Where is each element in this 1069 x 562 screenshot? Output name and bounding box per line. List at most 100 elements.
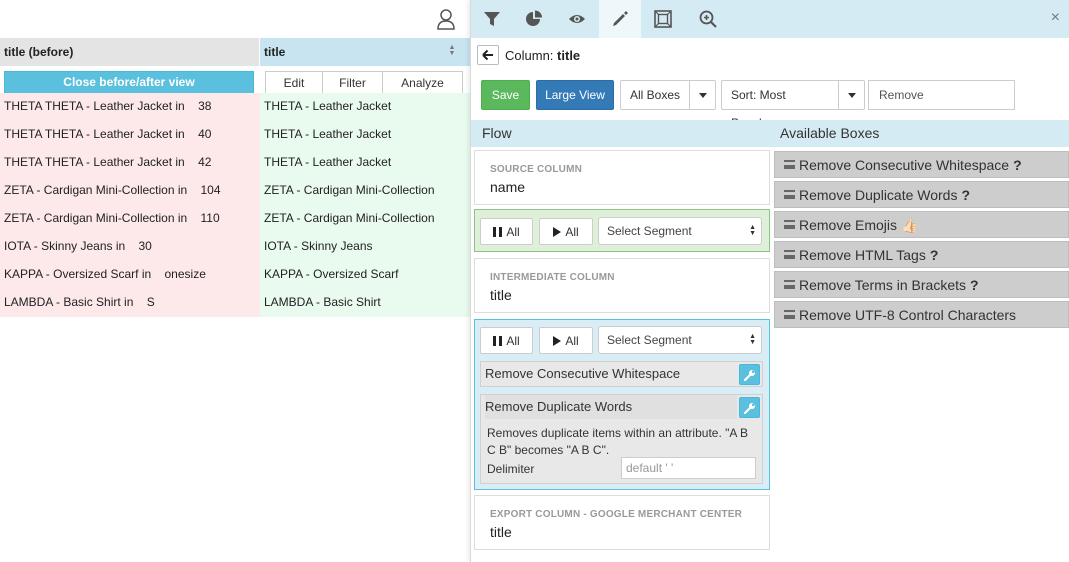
available-box-text: Remove Duplicate Words <box>799 187 958 203</box>
large-view-button[interactable]: Large View <box>536 80 614 110</box>
sort-arrows-icon[interactable]: ▲ ▼ <box>448 44 456 59</box>
drag-handle-icon[interactable] <box>784 310 795 319</box>
play-all-button[interactable]: All <box>539 327 593 354</box>
column-label-name: title <box>557 47 581 63</box>
play-icon <box>553 226 562 237</box>
delimiter-input[interactable] <box>621 457 756 479</box>
help-icon[interactable]: ? <box>1013 157 1022 173</box>
select-segment-label: Select Segment <box>607 224 692 238</box>
available-box-item[interactable]: Remove UTF-8 Control Characters <box>774 301 1069 328</box>
wrench-icon <box>743 402 755 414</box>
all-boxes-caret[interactable] <box>690 81 715 109</box>
table-row[interactable]: THETA THETA - Leather Jacket in 38 THETA … <box>0 93 470 121</box>
table-row[interactable]: KAPPA - Oversized Scarf in onesize KAPPA … <box>0 261 470 289</box>
filter-tool[interactable] <box>471 0 513 38</box>
pause-all-label: All <box>506 224 520 239</box>
available-box-label: Remove Duplicate Words? <box>799 187 970 203</box>
edit-tool[interactable] <box>599 0 641 38</box>
segment-controls-source: All All Select Segment ▲ ▼ <box>474 209 770 252</box>
drag-handle-icon[interactable] <box>784 220 795 229</box>
flow-heading: Flow <box>482 125 512 141</box>
cell-after: THETA - Leather Jacket <box>260 149 470 177</box>
help-icon[interactable]: ? <box>930 247 939 263</box>
updown-arrows-icon: ▲ ▼ <box>749 224 756 237</box>
chart-tool[interactable] <box>513 0 555 38</box>
cell-before: KAPPA - Oversized Scarf in onesize <box>0 261 260 289</box>
table-row[interactable]: ZETA - Cardigan Mini-Collection in 110 ZE… <box>0 205 470 233</box>
available-box-item[interactable]: Remove Emojis 👍🏻 <box>774 211 1069 238</box>
available-box-text: Remove Terms in Brackets <box>799 277 967 293</box>
close-before-after-button[interactable]: Close before/after view <box>4 71 254 94</box>
filter-button[interactable]: Filter <box>323 72 383 94</box>
help-icon[interactable]: ? <box>961 187 970 203</box>
flow-box-consecutive-whitespace[interactable]: Remove Consecutive Whitespace <box>480 361 763 387</box>
select-segment-label: Select Segment <box>607 333 692 347</box>
frame-tool[interactable] <box>642 0 684 38</box>
source-column-value: name <box>490 179 526 195</box>
back-button[interactable] <box>477 45 499 65</box>
intermediate-column-value: title <box>490 287 512 303</box>
help-icon[interactable]: 👍🏻 <box>901 217 918 233</box>
table-row[interactable]: IOTA - Skinny Jeans in 30 IOTA - Skinny J… <box>0 233 470 261</box>
drag-handle-icon[interactable] <box>784 280 795 289</box>
available-box-label: Remove Emojis 👍🏻 <box>799 217 918 234</box>
sort-caret[interactable] <box>839 81 864 109</box>
select-segment-dropdown[interactable]: Select Segment ▲ ▼ <box>598 217 762 245</box>
drag-handle-icon[interactable] <box>784 250 795 259</box>
wrench-icon <box>743 369 755 381</box>
wrench-button[interactable] <box>739 397 760 418</box>
sort-label[interactable]: Sort: Most Popular <box>722 81 840 130</box>
table-row[interactable]: THETA THETA - Leather Jacket in 40 THETA … <box>0 121 470 149</box>
column-label-prefix: Column: <box>505 47 554 63</box>
preview-tool[interactable] <box>556 0 598 38</box>
pause-all-button[interactable]: All <box>480 218 533 245</box>
flow-box-description: Removes duplicate items within an attrib… <box>487 426 749 457</box>
column-label: Column: title <box>505 48 580 63</box>
column-header-before: title (before) <box>0 38 259 66</box>
source-column-panel: SOURCE COLUMN name <box>474 150 770 205</box>
pencil-icon <box>613 11 628 26</box>
column-action-group: Edit Filter Analyze <box>265 71 463 95</box>
box-search-input[interactable] <box>868 80 1015 110</box>
drag-handle-icon[interactable] <box>784 190 795 199</box>
pause-all-button[interactable]: All <box>480 327 533 354</box>
available-box-text: Remove Emojis <box>799 217 898 233</box>
section-headers: Flow Available Boxes <box>471 120 1069 147</box>
wrench-button[interactable] <box>739 364 760 385</box>
cell-before: THETA THETA - Leather Jacket in 42 <box>0 149 260 177</box>
sort-dropdown[interactable]: Sort: Most Popular <box>721 80 865 130</box>
available-box-item[interactable]: Remove Duplicate Words? <box>774 181 1069 208</box>
close-panel-icon[interactable]: × <box>1051 10 1060 26</box>
table-row[interactable]: LAMBDA - Basic Shirt in S LAMBDA - Basic … <box>0 289 470 317</box>
available-box-label: Remove Terms in Brackets? <box>799 277 979 293</box>
table-row[interactable]: THETA THETA - Leather Jacket in 42 THETA … <box>0 149 470 177</box>
edit-button[interactable]: Edit <box>266 72 323 94</box>
available-box-item[interactable]: Remove Consecutive Whitespace? <box>774 151 1069 178</box>
source-column-label: SOURCE COLUMN <box>490 164 583 175</box>
drag-handle-icon[interactable] <box>784 160 795 169</box>
column-header-title[interactable]: title ▲ ▼ <box>260 38 470 66</box>
cell-after: ZETA - Cardigan Mini-Collection <box>260 177 470 205</box>
available-box-label: Remove UTF-8 Control Characters <box>799 307 1020 323</box>
all-boxes-label[interactable]: All Boxes <box>621 81 691 109</box>
available-box-item[interactable]: Remove HTML Tags? <box>774 241 1069 268</box>
segment-box-area: All All Select Segment ▲ ▼ Remove Consecu… <box>474 319 770 490</box>
cell-before: IOTA - Skinny Jeans in 30 <box>0 233 260 261</box>
select-segment-dropdown[interactable]: Select Segment ▲ ▼ <box>598 326 762 354</box>
analyze-button[interactable]: Analyze <box>383 72 462 94</box>
available-boxes-heading: Available Boxes <box>780 125 880 141</box>
all-boxes-dropdown[interactable]: All Boxes <box>620 80 716 110</box>
user-icon[interactable] <box>435 8 457 30</box>
caret-down-icon <box>847 92 856 98</box>
play-all-button[interactable]: All <box>539 218 593 245</box>
cell-before: ZETA - Cardigan Mini-Collection in 110 <box>0 205 260 233</box>
export-column-panel: EXPORT COLUMN - GOOGLE MERCHANT CENTER t… <box>474 495 770 550</box>
help-icon[interactable]: ? <box>970 277 979 293</box>
table-row[interactable]: ZETA - Cardigan Mini-Collection in 104 ZE… <box>0 177 470 205</box>
flow-box-duplicate-words[interactable]: Remove Duplicate Words Removes duplicate… <box>480 394 763 484</box>
eye-icon <box>569 15 585 23</box>
save-button[interactable]: Save <box>481 80 530 110</box>
available-box-item[interactable]: Remove Terms in Brackets? <box>774 271 1069 298</box>
zoom-tool[interactable] <box>687 0 729 38</box>
cell-after: LAMBDA - Basic Shirt <box>260 289 470 317</box>
